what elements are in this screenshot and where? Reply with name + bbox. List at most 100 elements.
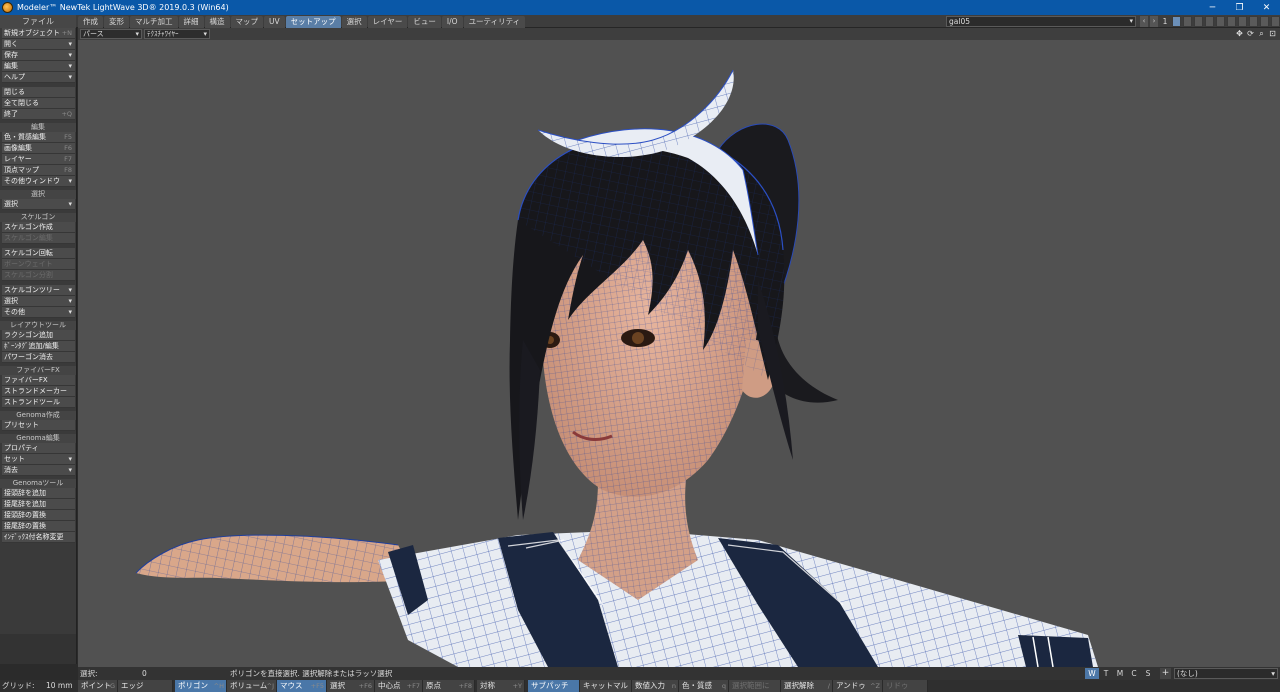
- move-icon[interactable]: ✥: [1235, 29, 1244, 38]
- file-item-0[interactable]: 新規オブジェクト +N: [2, 28, 75, 39]
- edit-item-0[interactable]: 色・質感編集 F5: [2, 132, 75, 143]
- genoma-edit-2[interactable]: 消去 ▾: [2, 465, 75, 476]
- fiber-tool-1[interactable]: ストランドメーカー: [2, 386, 75, 397]
- tab-10[interactable]: ビュー: [408, 16, 441, 28]
- bottom-button-11[interactable]: 数値入力 n: [632, 680, 679, 692]
- genoma-tool-4[interactable]: ｲﾝﾃﾞｯｸｽ付名称変更: [2, 532, 75, 543]
- object-select[interactable]: gal05 ▾: [946, 16, 1136, 27]
- render-mode-select[interactable]: ﾃｸｽﾁｬﾜｲﾔｰ ▾: [144, 29, 210, 39]
- tab-9[interactable]: レイヤー: [367, 16, 408, 28]
- genoma-tool-2[interactable]: 接頭辞の置換: [2, 510, 75, 521]
- minimize-button[interactable]: ─: [1199, 0, 1226, 15]
- layer-box[interactable]: [1172, 16, 1181, 27]
- edit-item-1[interactable]: 画像編集 F6: [2, 143, 75, 154]
- tab-7[interactable]: セットアップ: [285, 16, 341, 28]
- layout-tool-0[interactable]: ラクシゴン追加: [2, 330, 75, 341]
- bottom-button-0[interactable]: ポイント ^G: [78, 680, 118, 692]
- add-surface-button[interactable]: +: [1160, 668, 1171, 679]
- genoma-edit-0[interactable]: プロパティ: [2, 443, 75, 454]
- tab-1[interactable]: 変形: [104, 16, 129, 28]
- restore-button[interactable]: ❐: [1226, 0, 1253, 15]
- skelegon-item-0[interactable]: スケルゴン作成: [2, 222, 75, 233]
- layer-box[interactable]: [1205, 16, 1214, 27]
- view-mode-w[interactable]: W: [1085, 668, 1099, 679]
- file-action-0[interactable]: 閉じる: [2, 87, 75, 98]
- tab-12[interactable]: ユーティリティ: [463, 16, 526, 28]
- close-button[interactable]: ✕: [1253, 0, 1280, 15]
- layout-tool-2[interactable]: パワーゴン消去: [2, 352, 75, 363]
- rotate-icon[interactable]: ⟳: [1246, 29, 1255, 38]
- view-mode-t[interactable]: T: [1099, 668, 1113, 679]
- layer-box[interactable]: [1183, 16, 1192, 27]
- file-item-1[interactable]: 開く ▾: [2, 39, 75, 50]
- tab-6[interactable]: UV: [264, 16, 285, 28]
- genoma-create-0[interactable]: プリセット: [2, 420, 75, 431]
- fiber-tool-2[interactable]: ストランドツール: [2, 397, 75, 408]
- tab-3[interactable]: 詳細: [178, 16, 204, 28]
- file-item-3[interactable]: 編集 ▾: [2, 61, 75, 72]
- genoma-tool-1[interactable]: 接尾辞を追加: [2, 499, 75, 510]
- skelegon-item-2[interactable]: スケルゴン回転: [2, 248, 75, 259]
- object-select-value: gal05: [949, 17, 970, 26]
- layout-tool-1[interactable]: ﾎﾞｰﾝﾀｸﾞ追加/編集: [2, 341, 75, 352]
- perspective-viewport[interactable]: パース ▾ ﾃｸｽﾁｬﾜｲﾔｰ ▾ ✥ ⟳ ⌕ ⊡: [78, 28, 1280, 667]
- layer-box[interactable]: [1216, 16, 1225, 27]
- view-mode-s[interactable]: S: [1141, 668, 1155, 679]
- layer-box[interactable]: [1271, 16, 1280, 27]
- genoma-tool-3[interactable]: 接尾辞の置換: [2, 521, 75, 532]
- layer-box[interactable]: [1194, 16, 1203, 27]
- file-item-4[interactable]: ヘルプ ▾: [2, 72, 75, 83]
- other-windows-button[interactable]: その他ウィンドウ ▾: [2, 176, 75, 187]
- surface-select[interactable]: (なし) ▾: [1174, 668, 1278, 679]
- skelegon-other-button[interactable]: その他 ▾: [2, 307, 75, 318]
- bottom-button-4[interactable]: マウス +F5: [277, 680, 327, 692]
- view-mode-c[interactable]: C: [1127, 668, 1141, 679]
- bottom-button-1[interactable]: エッジ: [118, 680, 173, 692]
- edit-item-3[interactable]: 頂点マップ F8: [2, 165, 75, 176]
- view-mode-m[interactable]: M: [1113, 668, 1127, 679]
- file-action-1[interactable]: 全て閉じる: [2, 98, 75, 109]
- bottom-button-10[interactable]: キャットマル: [580, 680, 632, 692]
- edit-item-0-label: 色・質感編集: [4, 133, 46, 141]
- skelegon-tree-button[interactable]: スケルゴンツリー ▾: [2, 285, 75, 296]
- layer-box[interactable]: [1249, 16, 1258, 27]
- file-action-2[interactable]: 終了 +Q: [2, 109, 75, 120]
- layer-prev-button[interactable]: ‹: [1140, 16, 1148, 27]
- bottom-button-9[interactable]: サブパッチ: [528, 680, 580, 692]
- skelegon-select-button[interactable]: 選択 ▾: [2, 296, 75, 307]
- edit-item-1-shortcut: F6: [64, 144, 72, 152]
- zoom-icon[interactable]: ⌕: [1257, 29, 1266, 38]
- tab-0[interactable]: 作成: [78, 16, 103, 28]
- select-label: 選択: [4, 200, 18, 208]
- file-item-2[interactable]: 保存 ▾: [2, 50, 75, 61]
- bottom-button-2[interactable]: ポリゴン ^H: [175, 680, 227, 692]
- file-menu-header[interactable]: ファイル: [0, 15, 76, 28]
- fiber-tool-0[interactable]: ファイバーFX: [2, 375, 75, 386]
- bottom-button-7[interactable]: 原点 +F8: [423, 680, 475, 692]
- view-type-select[interactable]: パース ▾: [80, 29, 142, 39]
- maximize-icon[interactable]: ⊡: [1268, 29, 1277, 38]
- bottom-button-3[interactable]: ボリューム ^J: [227, 680, 277, 692]
- bottom-button-label: 選択: [330, 681, 345, 690]
- bottom-button-6[interactable]: 中心点 +F7: [375, 680, 423, 692]
- bottom-button-8[interactable]: 対称 +Y: [477, 680, 525, 692]
- select-button[interactable]: 選択 ▾: [2, 199, 75, 210]
- tab-2[interactable]: マルチ加工: [130, 16, 178, 28]
- bottom-button-15[interactable]: アンドゥ ^Z: [833, 680, 883, 692]
- layer-box[interactable]: [1227, 16, 1236, 27]
- genoma-edit-1[interactable]: セット ▾: [2, 454, 75, 465]
- layer-next-button[interactable]: ›: [1150, 16, 1158, 27]
- layer-box[interactable]: [1260, 16, 1269, 27]
- bottom-button-5[interactable]: 選択 +F6: [327, 680, 375, 692]
- layer-box[interactable]: [1238, 16, 1247, 27]
- bottom-button-13: 選択範囲に: [729, 680, 781, 692]
- bottom-button-12[interactable]: 色・質感 q: [679, 680, 729, 692]
- genoma-tool-0[interactable]: 接頭辞を追加: [2, 488, 75, 499]
- tab-4[interactable]: 構造: [204, 16, 230, 28]
- bottom-button-shortcut: +F5: [310, 682, 324, 690]
- edit-item-2[interactable]: レイヤー F7: [2, 154, 75, 165]
- tab-8[interactable]: 選択: [341, 16, 367, 28]
- tab-11[interactable]: I/O: [441, 16, 463, 28]
- bottom-button-14[interactable]: 選択解除 /: [781, 680, 833, 692]
- tab-5[interactable]: マップ: [230, 16, 263, 28]
